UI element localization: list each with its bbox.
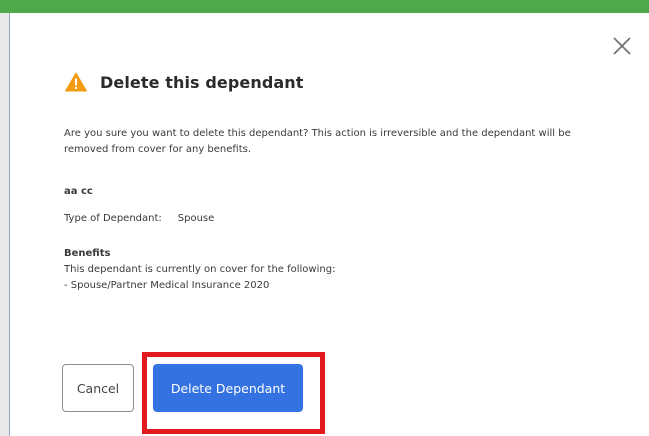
dialog-header: Delete this dependant xyxy=(65,72,304,92)
top-accent-bar xyxy=(0,0,649,13)
dependant-type-value: Spouse xyxy=(177,213,215,224)
warning-triangle-icon xyxy=(65,72,87,92)
background-page-edge xyxy=(0,13,10,436)
dialog-title: Delete this dependant xyxy=(100,72,304,92)
benefit-list-item: - Spouse/Partner Medical Insurance 2020 xyxy=(64,280,270,291)
dependant-type-label: Type of Dependant: xyxy=(64,213,162,224)
delete-dependant-dialog: Delete this dependant Are you sure you w… xyxy=(10,13,649,436)
delete-dependant-button[interactable]: Delete Dependant xyxy=(153,364,303,412)
benefits-intro: This dependant is currently on cover for… xyxy=(64,264,336,275)
close-icon[interactable] xyxy=(607,31,637,61)
dependant-name: aa cc xyxy=(64,186,93,197)
confirmation-message: Are you sure you want to delete this dep… xyxy=(64,128,571,155)
cancel-button[interactable]: Cancel xyxy=(62,364,134,412)
dependant-type-row: Type of Dependant: Spouse xyxy=(64,211,214,227)
benefits-heading: Benefits xyxy=(64,248,111,259)
